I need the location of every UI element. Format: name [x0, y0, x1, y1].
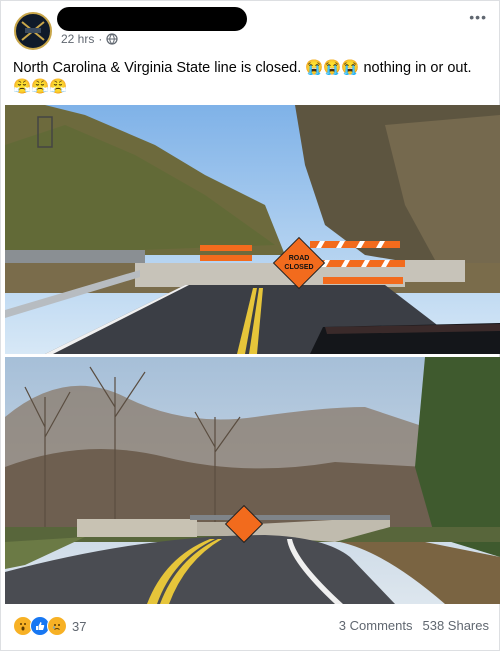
facebook-post-card: 22 hrs · ••• North Carolina & Virginia S… — [0, 0, 500, 651]
reaction-count: 37 — [72, 618, 87, 634]
shares-link[interactable]: 538 Shares — [423, 618, 490, 633]
sad-reaction-icon — [47, 616, 67, 636]
post-text: North Carolina & Virginia State line is … — [13, 60, 472, 95]
post-time[interactable]: 22 hrs — [61, 32, 94, 46]
globe-icon — [106, 33, 118, 45]
meta-dot: · — [98, 32, 103, 46]
photo-road-closed-2[interactable] — [5, 357, 500, 604]
comments-link[interactable]: 3 Comments — [339, 618, 413, 633]
photo-road-closed-1[interactable]: ROAD CLOSED — [5, 105, 500, 354]
more-options-button[interactable]: ••• — [469, 9, 487, 25]
sign-text-2: CLOSED — [284, 264, 313, 271]
sign-text-1: ROAD — [289, 255, 310, 262]
page-avatar[interactable] — [14, 12, 52, 50]
redacted-page-name — [57, 7, 247, 31]
post-footer: 37 3 Comments 538 Shares — [1, 606, 500, 646]
post-meta: 22 hrs · — [61, 32, 118, 46]
engagement-stats: 3 Comments 538 Shares — [339, 618, 489, 633]
reactions-summary[interactable]: 37 — [13, 616, 86, 636]
